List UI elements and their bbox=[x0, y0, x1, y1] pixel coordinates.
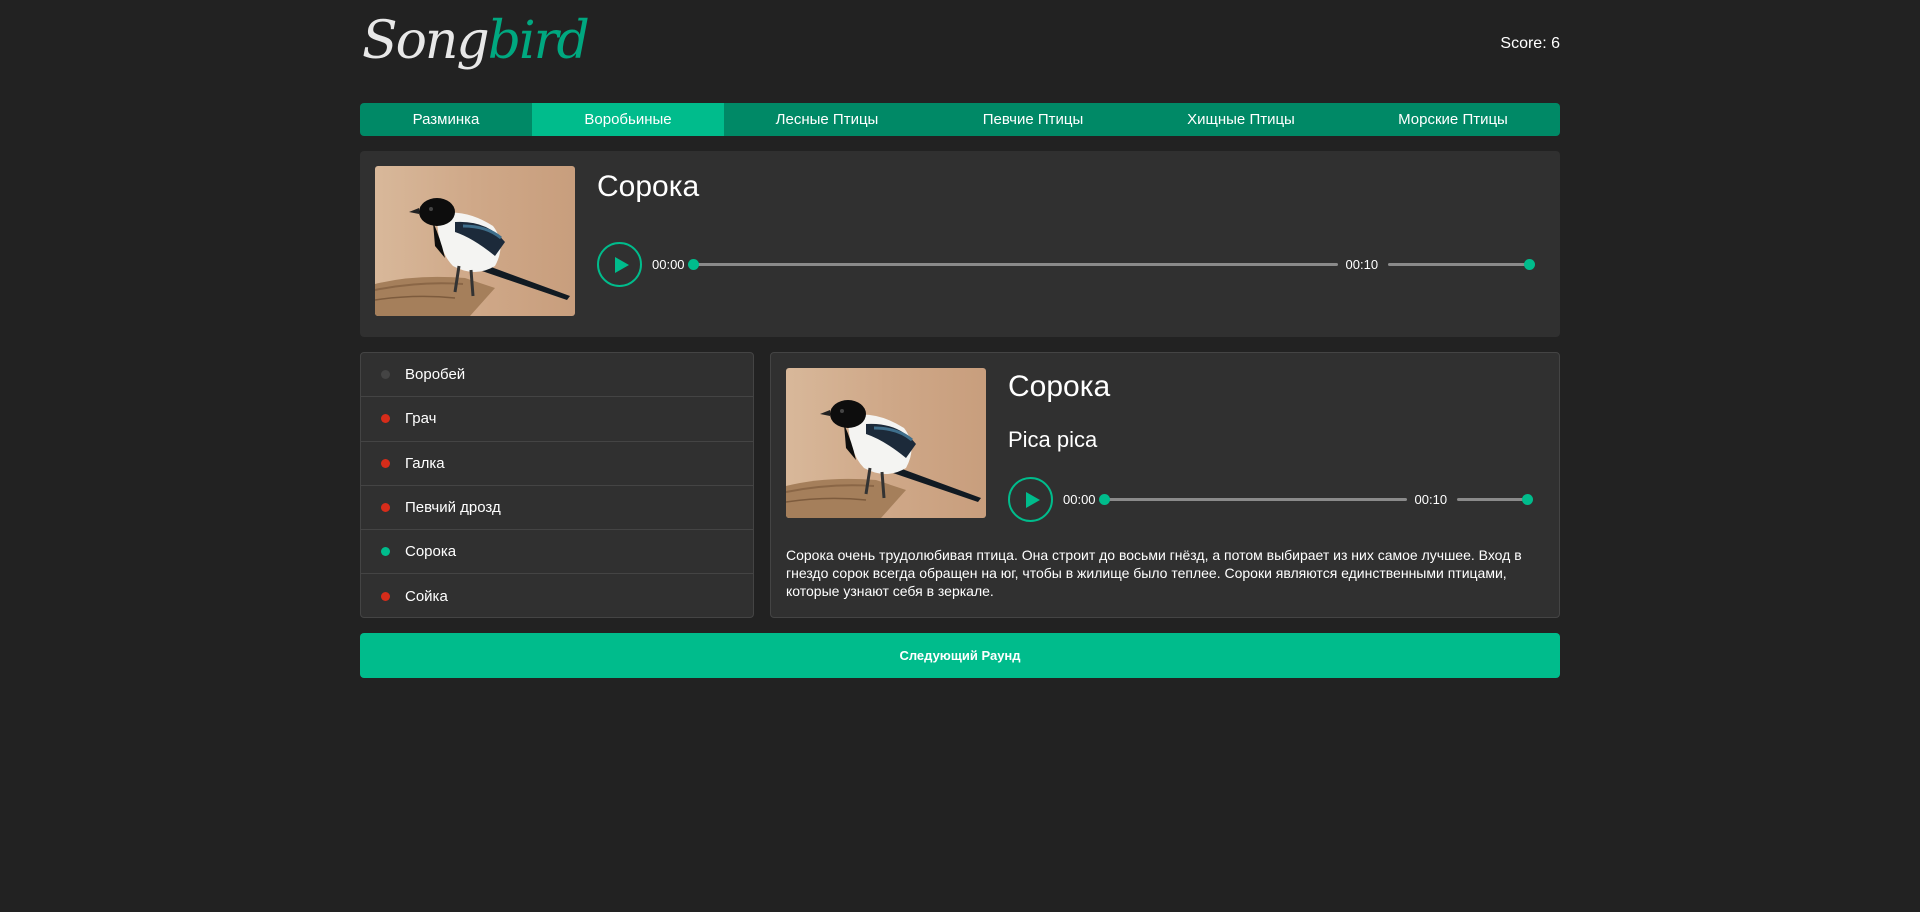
duration-time: 00:10 bbox=[1414, 492, 1448, 507]
status-dot bbox=[381, 414, 390, 424]
logo-song: Song bbox=[362, 11, 490, 71]
magpie-photo-icon bbox=[786, 368, 986, 518]
answer-label: Галка bbox=[405, 454, 445, 472]
details-bird-image bbox=[786, 368, 986, 518]
nav-item-passerines[interactable]: Воробьиные bbox=[532, 103, 724, 136]
status-dot bbox=[381, 370, 390, 380]
play-icon bbox=[1025, 491, 1040, 508]
bird-details: Сорока Pica pica 00:00 00:10 Сорока очен… bbox=[770, 352, 1560, 618]
answer-list: Воробей Грач Галка Певчий дрозд Сорока С… bbox=[360, 352, 754, 618]
status-dot bbox=[381, 592, 390, 602]
answer-label: Сойка bbox=[405, 588, 448, 606]
answer-option[interactable]: Галка bbox=[361, 442, 753, 486]
current-question: Сорока 00:00 00:10 bbox=[360, 151, 1560, 337]
answer-option[interactable]: Певчий дрозд bbox=[361, 486, 753, 531]
progress-bar[interactable] bbox=[687, 259, 1338, 270]
question-audio-player: 00:00 00:10 bbox=[597, 242, 1536, 287]
play-icon bbox=[614, 256, 629, 273]
nav-item-song-birds[interactable]: Певчие Птицы bbox=[930, 103, 1136, 136]
question-title: Сорока bbox=[597, 170, 700, 203]
page: Songbird Score: 6 Разминка Воробьиные Ле… bbox=[360, 0, 1560, 678]
volume-handle[interactable] bbox=[1524, 259, 1536, 270]
category-nav: Разминка Воробьиные Лесные Птицы Певчие … bbox=[360, 103, 1560, 136]
logo: Songbird bbox=[362, 6, 590, 76]
answer-label: Певчий дрозд bbox=[405, 499, 501, 517]
score: Score: 6 bbox=[1500, 35, 1560, 52]
next-round-button[interactable]: Следующий Раунд bbox=[360, 633, 1560, 678]
answer-label: Грач bbox=[405, 410, 437, 428]
status-dot bbox=[381, 547, 390, 557]
volume-slider[interactable] bbox=[1388, 259, 1536, 270]
current-time: 00:00 bbox=[652, 257, 685, 272]
magpie-photo-icon bbox=[375, 166, 575, 316]
nav-item-warmup[interactable]: Разминка bbox=[360, 103, 532, 136]
status-dot bbox=[381, 458, 390, 468]
logo-bird: bird bbox=[487, 11, 590, 71]
answer-label: Сорока bbox=[405, 543, 457, 561]
progress-handle[interactable] bbox=[1098, 494, 1110, 505]
volume-slider[interactable] bbox=[1457, 494, 1534, 505]
answer-label: Воробей bbox=[405, 366, 466, 384]
details-audio-player: 00:00 00:10 bbox=[1008, 477, 1534, 522]
volume-handle[interactable] bbox=[1522, 494, 1534, 505]
answer-option[interactable]: Сойка bbox=[361, 574, 753, 617]
details-description: Сорока очень трудолюбивая птица. Она стр… bbox=[786, 547, 1522, 599]
progress-handle[interactable] bbox=[687, 259, 699, 270]
lower-section: Воробей Грач Галка Певчий дрозд Сорока С… bbox=[360, 352, 1560, 618]
play-button[interactable] bbox=[597, 242, 642, 287]
progress-bar[interactable] bbox=[1098, 494, 1407, 505]
question-bird-image bbox=[375, 166, 575, 316]
nav-item-forest-birds[interactable]: Лесные Птицы bbox=[724, 103, 930, 136]
nav-item-predatory-birds[interactable]: Хищные Птицы bbox=[1136, 103, 1346, 136]
current-time: 00:00 bbox=[1063, 492, 1096, 507]
answer-option[interactable]: Воробей bbox=[361, 353, 753, 398]
play-button[interactable] bbox=[1008, 477, 1053, 522]
answer-option[interactable]: Грач bbox=[361, 397, 753, 442]
answer-option[interactable]: Сорока bbox=[361, 530, 753, 575]
header: Songbird Score: 6 bbox=[360, 0, 1560, 103]
details-name: Сорока bbox=[1008, 370, 1111, 403]
duration-time: 00:10 bbox=[1345, 257, 1379, 272]
nav-item-sea-birds[interactable]: Морские Птицы bbox=[1346, 103, 1560, 136]
details-latin-name: Pica pica bbox=[1008, 427, 1098, 452]
status-dot bbox=[381, 503, 390, 513]
